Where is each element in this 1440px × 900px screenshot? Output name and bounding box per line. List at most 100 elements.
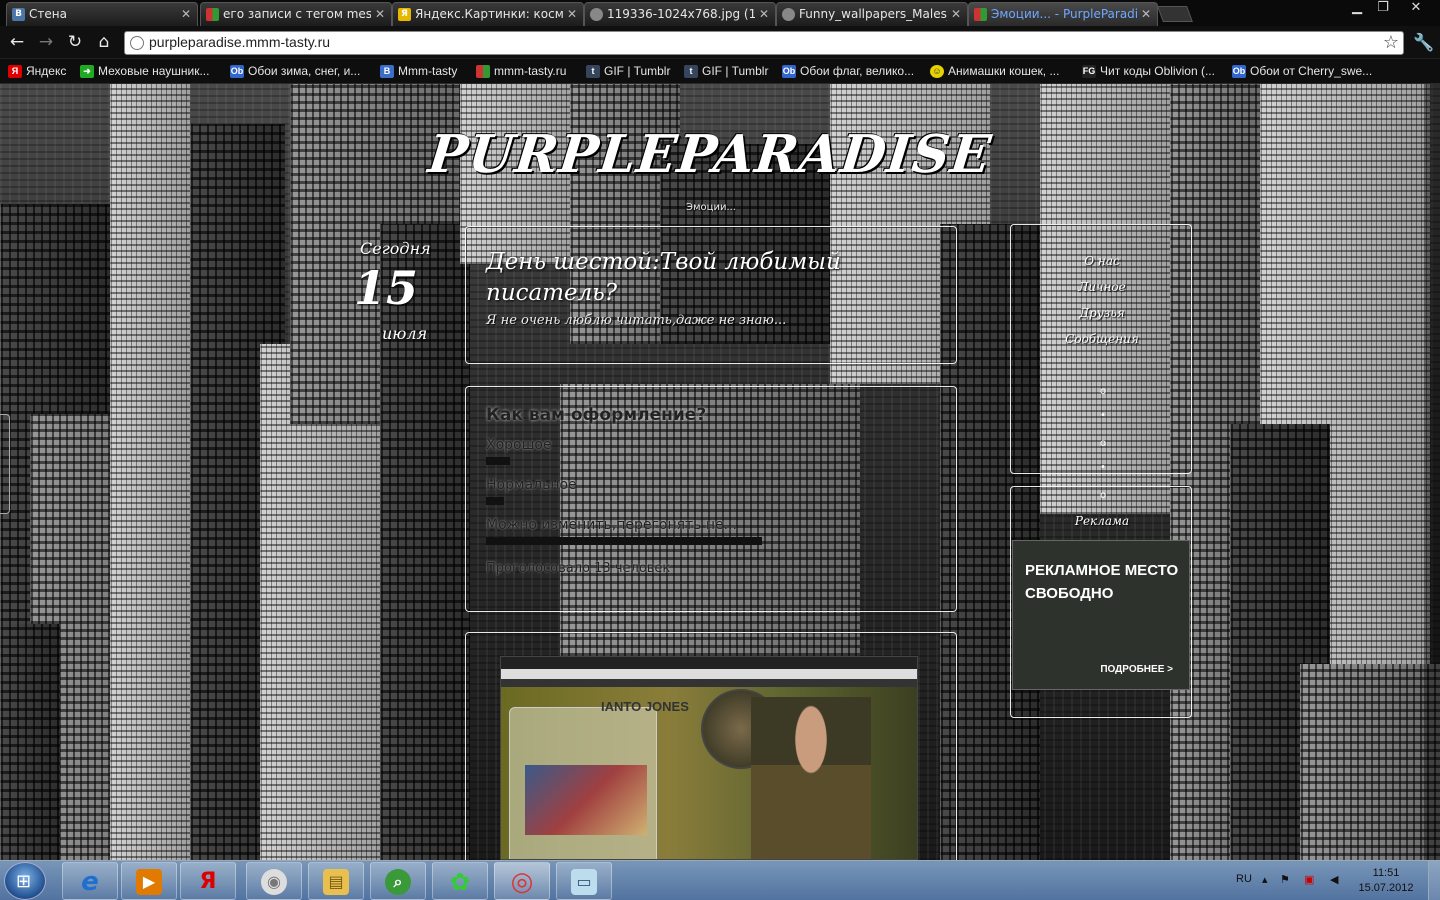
bookmark-label: Яндекс: [26, 64, 67, 78]
language-indicator[interactable]: RU: [1236, 873, 1252, 885]
back-icon[interactable]: ←: [7, 32, 27, 52]
tab-title: Стена: [29, 7, 67, 21]
ad-headline: РЕКЛАМНОЕ МЕСТО СВОБОДНО: [1025, 559, 1178, 605]
fg-icon: FG: [1082, 65, 1096, 78]
menu-item-friends[interactable]: Друзья: [1012, 306, 1192, 320]
menu-dot[interactable]: •: [1100, 462, 1106, 473]
minimize-button[interactable]: ▁: [1344, 0, 1370, 18]
tab-strip: B Стена ✕ его записи с тегом mess - ✕ Я …: [0, 0, 1440, 26]
poll-total: Проголосовало 13 человек: [486, 561, 671, 576]
poll-question: Как вам оформление?: [486, 405, 707, 425]
bookmark-item[interactable]: FG Чит коды Oblivion (...: [1082, 62, 1215, 81]
taskbar-app[interactable]: ▶: [121, 862, 177, 900]
bookmark-item[interactable]: Ob Обои от Cherry_swe...: [1232, 62, 1372, 81]
menu-dot[interactable]: o: [1100, 438, 1106, 449]
bookmark-item[interactable]: ☺ Анимашки кошек, ...: [930, 62, 1059, 81]
new-tab-button[interactable]: [1157, 6, 1193, 22]
ad-headline-line1: РЕКЛАМНОЕ МЕСТО: [1025, 562, 1179, 579]
close-icon[interactable]: ✕: [181, 3, 191, 25]
bookmark-item[interactable]: Я Яндекс: [8, 62, 66, 81]
system-clock[interactable]: 11:51 15.07.2012: [1356, 866, 1416, 896]
taskbar-app[interactable]: ▤: [308, 862, 364, 900]
date-month: июля: [382, 324, 428, 343]
taskbar-app[interactable]: ✿: [432, 862, 488, 900]
network-icon[interactable]: ▣: [1304, 873, 1314, 886]
reload-icon[interactable]: ↻: [65, 32, 85, 52]
arrow-icon: ➜: [80, 65, 94, 78]
bookmark-item[interactable]: mmm-tasty.ru: [476, 62, 566, 81]
bookmark-item[interactable]: B Mmm-tasty: [380, 62, 457, 81]
bookmark-label: Обои от Cherry_swe...: [1250, 64, 1373, 78]
tumblr-icon: t: [586, 65, 600, 78]
post-title[interactable]: День шестой:Твой любимый писатель?: [486, 247, 886, 309]
bookmark-label: mmm-tasty.ru: [494, 64, 567, 78]
icq-icon: ✿: [449, 868, 471, 896]
wrench-icon[interactable]: 🔧: [1413, 33, 1434, 53]
volume-icon[interactable]: ◀: [1330, 873, 1338, 886]
poll-bar: [486, 497, 504, 505]
bookmark-star-icon[interactable]: ☆: [1383, 32, 1399, 54]
menu-item-about[interactable]: О нас: [1012, 254, 1192, 268]
site-title[interactable]: PURPLEPARADISE: [0, 124, 1423, 185]
tab-yandex-images[interactable]: Я Яндекс.Картинки: космос ✕: [392, 2, 584, 26]
url-text: purpleparadise.mmm-tasty.ru: [149, 34, 331, 50]
menu-dot[interactable]: •: [1100, 410, 1106, 421]
side-scroll-handle[interactable]: [0, 414, 10, 514]
taskbar-app[interactable]: ◎: [494, 862, 550, 900]
start-button[interactable]: ⊞: [4, 862, 46, 900]
bookmark-item[interactable]: ➜ Меховые наушник...: [80, 62, 209, 81]
tab-mess[interactable]: его записи с тегом mess - ✕: [200, 2, 392, 26]
close-icon[interactable]: ✕: [375, 3, 385, 25]
close-icon[interactable]: ✕: [759, 3, 769, 25]
bookmark-item[interactable]: t GIF | Tumblr: [586, 62, 670, 81]
tray-arrow-icon[interactable]: ▴: [1262, 873, 1268, 886]
poll-option[interactable]: Можно изменить,перегонять не...: [486, 517, 737, 533]
tab-title: Яндекс.Картинки: космос: [415, 7, 563, 21]
tab-title: Эмоции... - PurpleParadise: [991, 7, 1137, 21]
show-desktop-button[interactable]: [1428, 861, 1440, 900]
taskbar-app[interactable]: e: [62, 862, 118, 900]
menu-item-messages[interactable]: Сообщения: [1012, 332, 1192, 346]
ad-more-link[interactable]: ПОДРОБНЕЕ >: [1100, 664, 1173, 675]
close-icon[interactable]: ✕: [951, 3, 961, 25]
bookmark-item[interactable]: Ob Обои зима, снег, и...: [230, 62, 360, 81]
mmm-tasty-icon: [206, 8, 219, 21]
vk-icon: B: [12, 8, 25, 21]
taskbar-app[interactable]: ◉: [246, 862, 302, 900]
poll-panel: Как вам оформление? Хорошое Нормальное М…: [465, 386, 957, 612]
forward-icon[interactable]: →: [36, 32, 56, 52]
tab-purpleparadise[interactable]: Эмоции... - PurpleParadise ✕: [968, 2, 1158, 26]
address-bar[interactable]: purpleparadise.mmm-tasty.ru ☆: [124, 31, 1404, 55]
restore-button[interactable]: ❐: [1370, 0, 1396, 18]
embed-logo: IANTO JONES: [601, 699, 689, 714]
embedded-screenshot[interactable]: IANTO JONES: [500, 656, 918, 860]
notepad-icon: ▭: [571, 869, 597, 895]
taskbar-app[interactable]: Я: [180, 862, 236, 900]
globe-icon: [130, 36, 144, 50]
menu-item-personal[interactable]: Личное: [1012, 280, 1192, 294]
taskbar-app[interactable]: ⌕: [370, 862, 426, 900]
scrollbar[interactable]: [1424, 84, 1440, 860]
close-window-button[interactable]: ✕: [1398, 0, 1434, 18]
poll-option[interactable]: Хорошое: [486, 437, 552, 453]
date-label: Сегодня: [360, 239, 431, 258]
close-icon[interactable]: ✕: [1141, 3, 1151, 25]
mmm-tasty-icon: [974, 8, 987, 21]
tab-image-2[interactable]: Funny_wallpapers_Males_a ✕: [776, 2, 968, 26]
bookmark-item[interactable]: Ob Обои флаг, велико...: [782, 62, 914, 81]
home-icon[interactable]: ⌂: [94, 32, 114, 52]
taskbar-app[interactable]: ▭: [556, 862, 612, 900]
person-image: [751, 697, 871, 859]
tab-vk[interactable]: B Стена ✕: [6, 2, 198, 26]
tray-flag-icon[interactable]: ⚑: [1280, 873, 1290, 886]
close-icon[interactable]: ✕: [567, 3, 577, 25]
bookmark-item[interactable]: t GIF | Tumblr: [684, 62, 768, 81]
bookmark-label: Меховые наушник...: [98, 64, 210, 78]
poll-option[interactable]: Нормальное: [486, 477, 577, 493]
video-thumbnail: [525, 765, 647, 835]
menu-dot[interactable]: o: [1100, 386, 1106, 397]
tumblr-icon: t: [684, 65, 698, 78]
ad-banner[interactable]: РЕКЛАМНОЕ МЕСТО СВОБОДНО ПОДРОБНЕЕ >: [1012, 540, 1190, 690]
tab-image-1[interactable]: 119336-1024x768.jpg (1024 ✕: [584, 2, 776, 26]
poll-bar: [486, 537, 762, 545]
